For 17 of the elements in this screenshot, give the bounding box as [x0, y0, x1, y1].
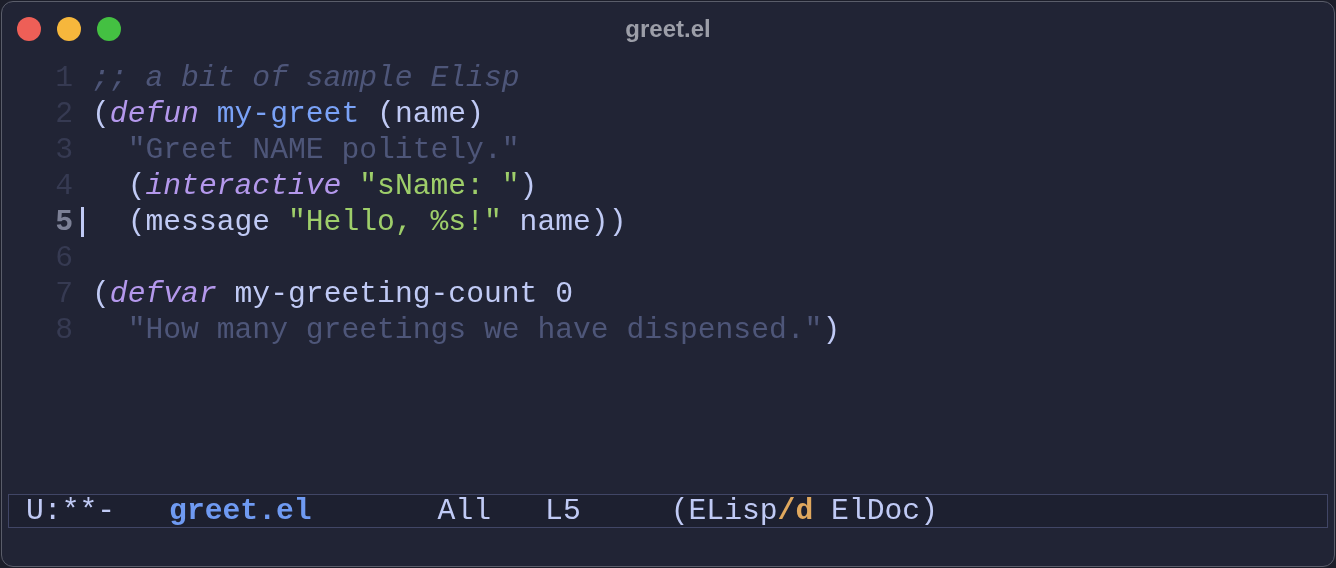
- line-indicator: L5: [545, 494, 581, 528]
- code-line: "How many greetings we have dispensed."): [126, 313, 841, 347]
- code-line: (message "Hello, %s!" name)): [126, 205, 627, 239]
- code-line: (interactive "sName: "): [126, 169, 538, 203]
- mode-list: (ELisp/d ElDoc): [670, 494, 938, 528]
- code-line: (defvar my-greeting-count 0: [92, 277, 574, 311]
- buffer-name: greet.el: [169, 494, 312, 528]
- code-line: ;; a bit of sample Elisp: [92, 61, 520, 95]
- buffer-status: U:**-: [26, 494, 116, 528]
- zoom-button[interactable]: [97, 16, 121, 41]
- window-title: greet.el: [624, 14, 712, 43]
- close-button[interactable]: [17, 16, 41, 41]
- buffer-position: All: [437, 494, 492, 528]
- code-line: (defun my-greet (name): [92, 97, 484, 131]
- code-line: "Greet NAME politely.": [126, 133, 520, 167]
- line-number: 5: [54, 205, 73, 239]
- minimize-button[interactable]: [57, 16, 81, 41]
